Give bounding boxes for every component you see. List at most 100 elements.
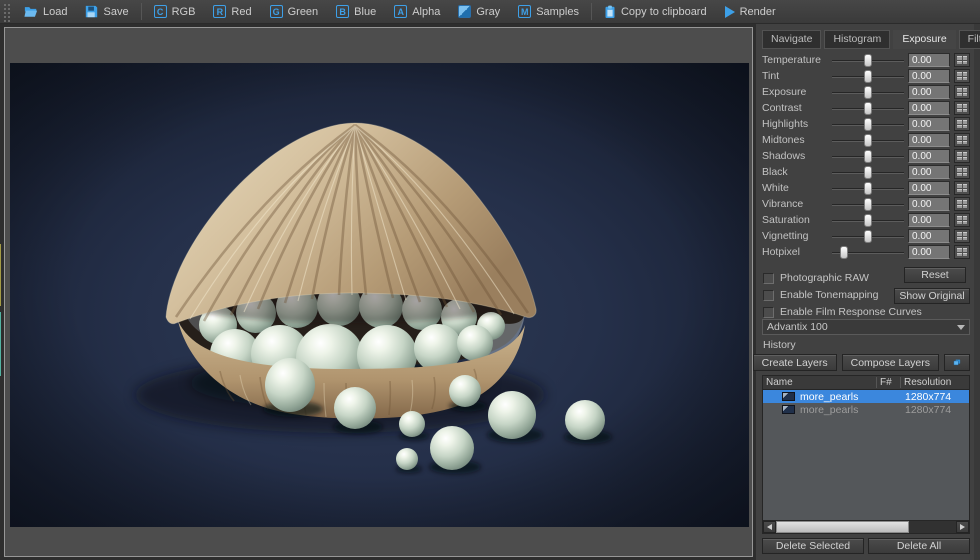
alpha-channel-button[interactable]: A Alpha — [385, 2, 449, 21]
blue-channel-button[interactable]: B Blue — [327, 2, 385, 21]
contrast-slider[interactable] — [832, 101, 904, 115]
vibrance-spinner[interactable] — [954, 197, 970, 211]
hotpixel-spinner[interactable] — [954, 245, 970, 259]
compose-layers-button[interactable]: Compose Layers — [841, 354, 939, 371]
vibrance-value-input[interactable] — [908, 197, 950, 211]
midtones-slider[interactable] — [832, 133, 904, 147]
column-header-fnumber[interactable]: F# — [877, 377, 901, 388]
gray-channel-button[interactable]: Gray — [449, 2, 509, 21]
highlights-slider[interactable] — [832, 117, 904, 131]
photographic-raw-checkbox[interactable] — [763, 272, 774, 284]
slider-thumb[interactable] — [864, 117, 872, 131]
render-button[interactable]: Render — [716, 3, 785, 21]
exposure-slider[interactable] — [832, 85, 904, 99]
render-viewport[interactable] — [4, 27, 753, 557]
slider-thumb[interactable] — [864, 85, 872, 99]
slider-thumb[interactable] — [864, 229, 872, 243]
temperature-slider[interactable] — [832, 53, 904, 67]
exposure-spinner[interactable] — [954, 85, 970, 99]
temperature-spinner[interactable] — [954, 53, 970, 67]
green-channel-button[interactable]: G Green — [261, 2, 328, 21]
white-slider[interactable] — [832, 181, 904, 195]
show-original-button[interactable]: Show Original — [894, 288, 970, 304]
slider-thumb[interactable] — [864, 101, 872, 115]
shadows-slider[interactable] — [832, 149, 904, 163]
hotpixel-slider[interactable] — [832, 245, 904, 259]
tab-histogram[interactable]: Histogram — [824, 30, 891, 49]
vibrance-slider[interactable] — [832, 197, 904, 211]
shadows-value-input[interactable] — [908, 149, 950, 163]
scrollbar-track[interactable] — [776, 521, 956, 533]
black-slider[interactable] — [832, 165, 904, 179]
column-header-resolution[interactable]: Resolution — [901, 377, 969, 388]
history-row[interactable]: more_pearls 1280x774 — [763, 390, 969, 403]
film-response-dropdown[interactable]: Advantix 100 — [762, 319, 970, 335]
slider-thumb[interactable] — [864, 197, 872, 211]
slider-row-vignetting: Vignetting — [762, 228, 970, 244]
enable-film-response-checkbox-row[interactable]: Enable Film Response Curves — [763, 306, 922, 318]
vignetting-slider[interactable] — [832, 229, 904, 243]
black-spinner[interactable] — [954, 165, 970, 179]
column-header-name[interactable]: Name — [763, 377, 877, 388]
rgb-channel-button[interactable]: C RGB — [145, 2, 205, 21]
photographic-raw-checkbox-row[interactable]: Photographic RAW — [763, 272, 869, 284]
hotpixel-value-input[interactable] — [908, 245, 950, 259]
render-label: Render — [739, 5, 776, 18]
save-button[interactable]: Save — [76, 2, 137, 21]
delete-selected-button[interactable]: Delete Selected — [762, 538, 864, 554]
tab-filter[interactable]: Filter — [958, 30, 980, 49]
vignetting-spinner[interactable] — [954, 229, 970, 243]
scroll-right-arrow[interactable] — [956, 521, 969, 533]
saturation-spinner[interactable] — [954, 213, 970, 227]
enable-tonemapping-checkbox[interactable] — [763, 289, 774, 301]
slider-thumb[interactable] — [864, 181, 872, 195]
scrollbar-thumb[interactable] — [776, 521, 910, 533]
pearls-render-image — [10, 63, 749, 527]
film-response-value: Advantix 100 — [767, 321, 828, 333]
saturation-value-input[interactable] — [908, 213, 950, 227]
samples-button[interactable]: M Samples — [509, 2, 588, 21]
white-spinner[interactable] — [954, 181, 970, 195]
red-channel-button[interactable]: R Red — [204, 2, 260, 21]
black-value-input[interactable] — [908, 165, 950, 179]
contrast-spinner[interactable] — [954, 101, 970, 115]
midtones-spinner[interactable] — [954, 133, 970, 147]
midtones-value-input[interactable] — [908, 133, 950, 147]
enable-film-response-checkbox[interactable] — [763, 306, 774, 318]
tab-navigate[interactable]: Navigate — [762, 30, 822, 49]
delete-all-button[interactable]: Delete All — [868, 538, 970, 554]
slider-thumb[interactable] — [840, 245, 849, 259]
tint-value-input[interactable] — [908, 69, 950, 83]
shadows-spinner[interactable] — [954, 149, 970, 163]
slider-thumb[interactable] — [864, 165, 872, 179]
enable-tonemapping-checkbox-row[interactable]: Enable Tonemapping — [763, 289, 878, 301]
vignetting-value-input[interactable] — [908, 229, 950, 243]
tint-slider[interactable] — [832, 69, 904, 83]
highlights-value-input[interactable] — [908, 117, 950, 131]
slider-thumb[interactable] — [864, 133, 872, 147]
load-button[interactable]: Load — [15, 2, 76, 21]
slider-thumb[interactable] — [864, 53, 872, 67]
white-value-input[interactable] — [908, 181, 950, 195]
tab-exposure[interactable]: Exposure — [893, 30, 956, 49]
temperature-value-input[interactable] — [908, 53, 950, 67]
contrast-value-input[interactable] — [908, 101, 950, 115]
slider-thumb[interactable] — [864, 149, 872, 163]
exposure-value-input[interactable] — [908, 85, 950, 99]
slider-thumb[interactable] — [864, 213, 872, 227]
create-layers-button[interactable]: Create Layers — [752, 354, 837, 371]
highlights-spinner[interactable] — [954, 117, 970, 131]
reset-button[interactable]: Reset — [904, 267, 966, 283]
slider-thumb[interactable] — [864, 69, 872, 83]
copy-to-clipboard-button[interactable]: Copy to clipboard — [595, 2, 716, 22]
history-list: Name F# Resolution more_pearls 1280x774 … — [762, 375, 970, 534]
tint-spinner[interactable] — [954, 69, 970, 83]
history-row[interactable]: more_pearls 1280x774 — [763, 403, 969, 416]
saturation-slider[interactable] — [832, 213, 904, 227]
scroll-left-arrow[interactable] — [763, 521, 776, 533]
duplicate-layer-button[interactable] — [944, 354, 970, 371]
copy-to-clipboard-label: Copy to clipboard — [620, 5, 707, 18]
load-label: Load — [43, 5, 68, 18]
toolbar-grip-handle[interactable] — [2, 1, 11, 22]
slider-label: Black — [762, 166, 788, 178]
